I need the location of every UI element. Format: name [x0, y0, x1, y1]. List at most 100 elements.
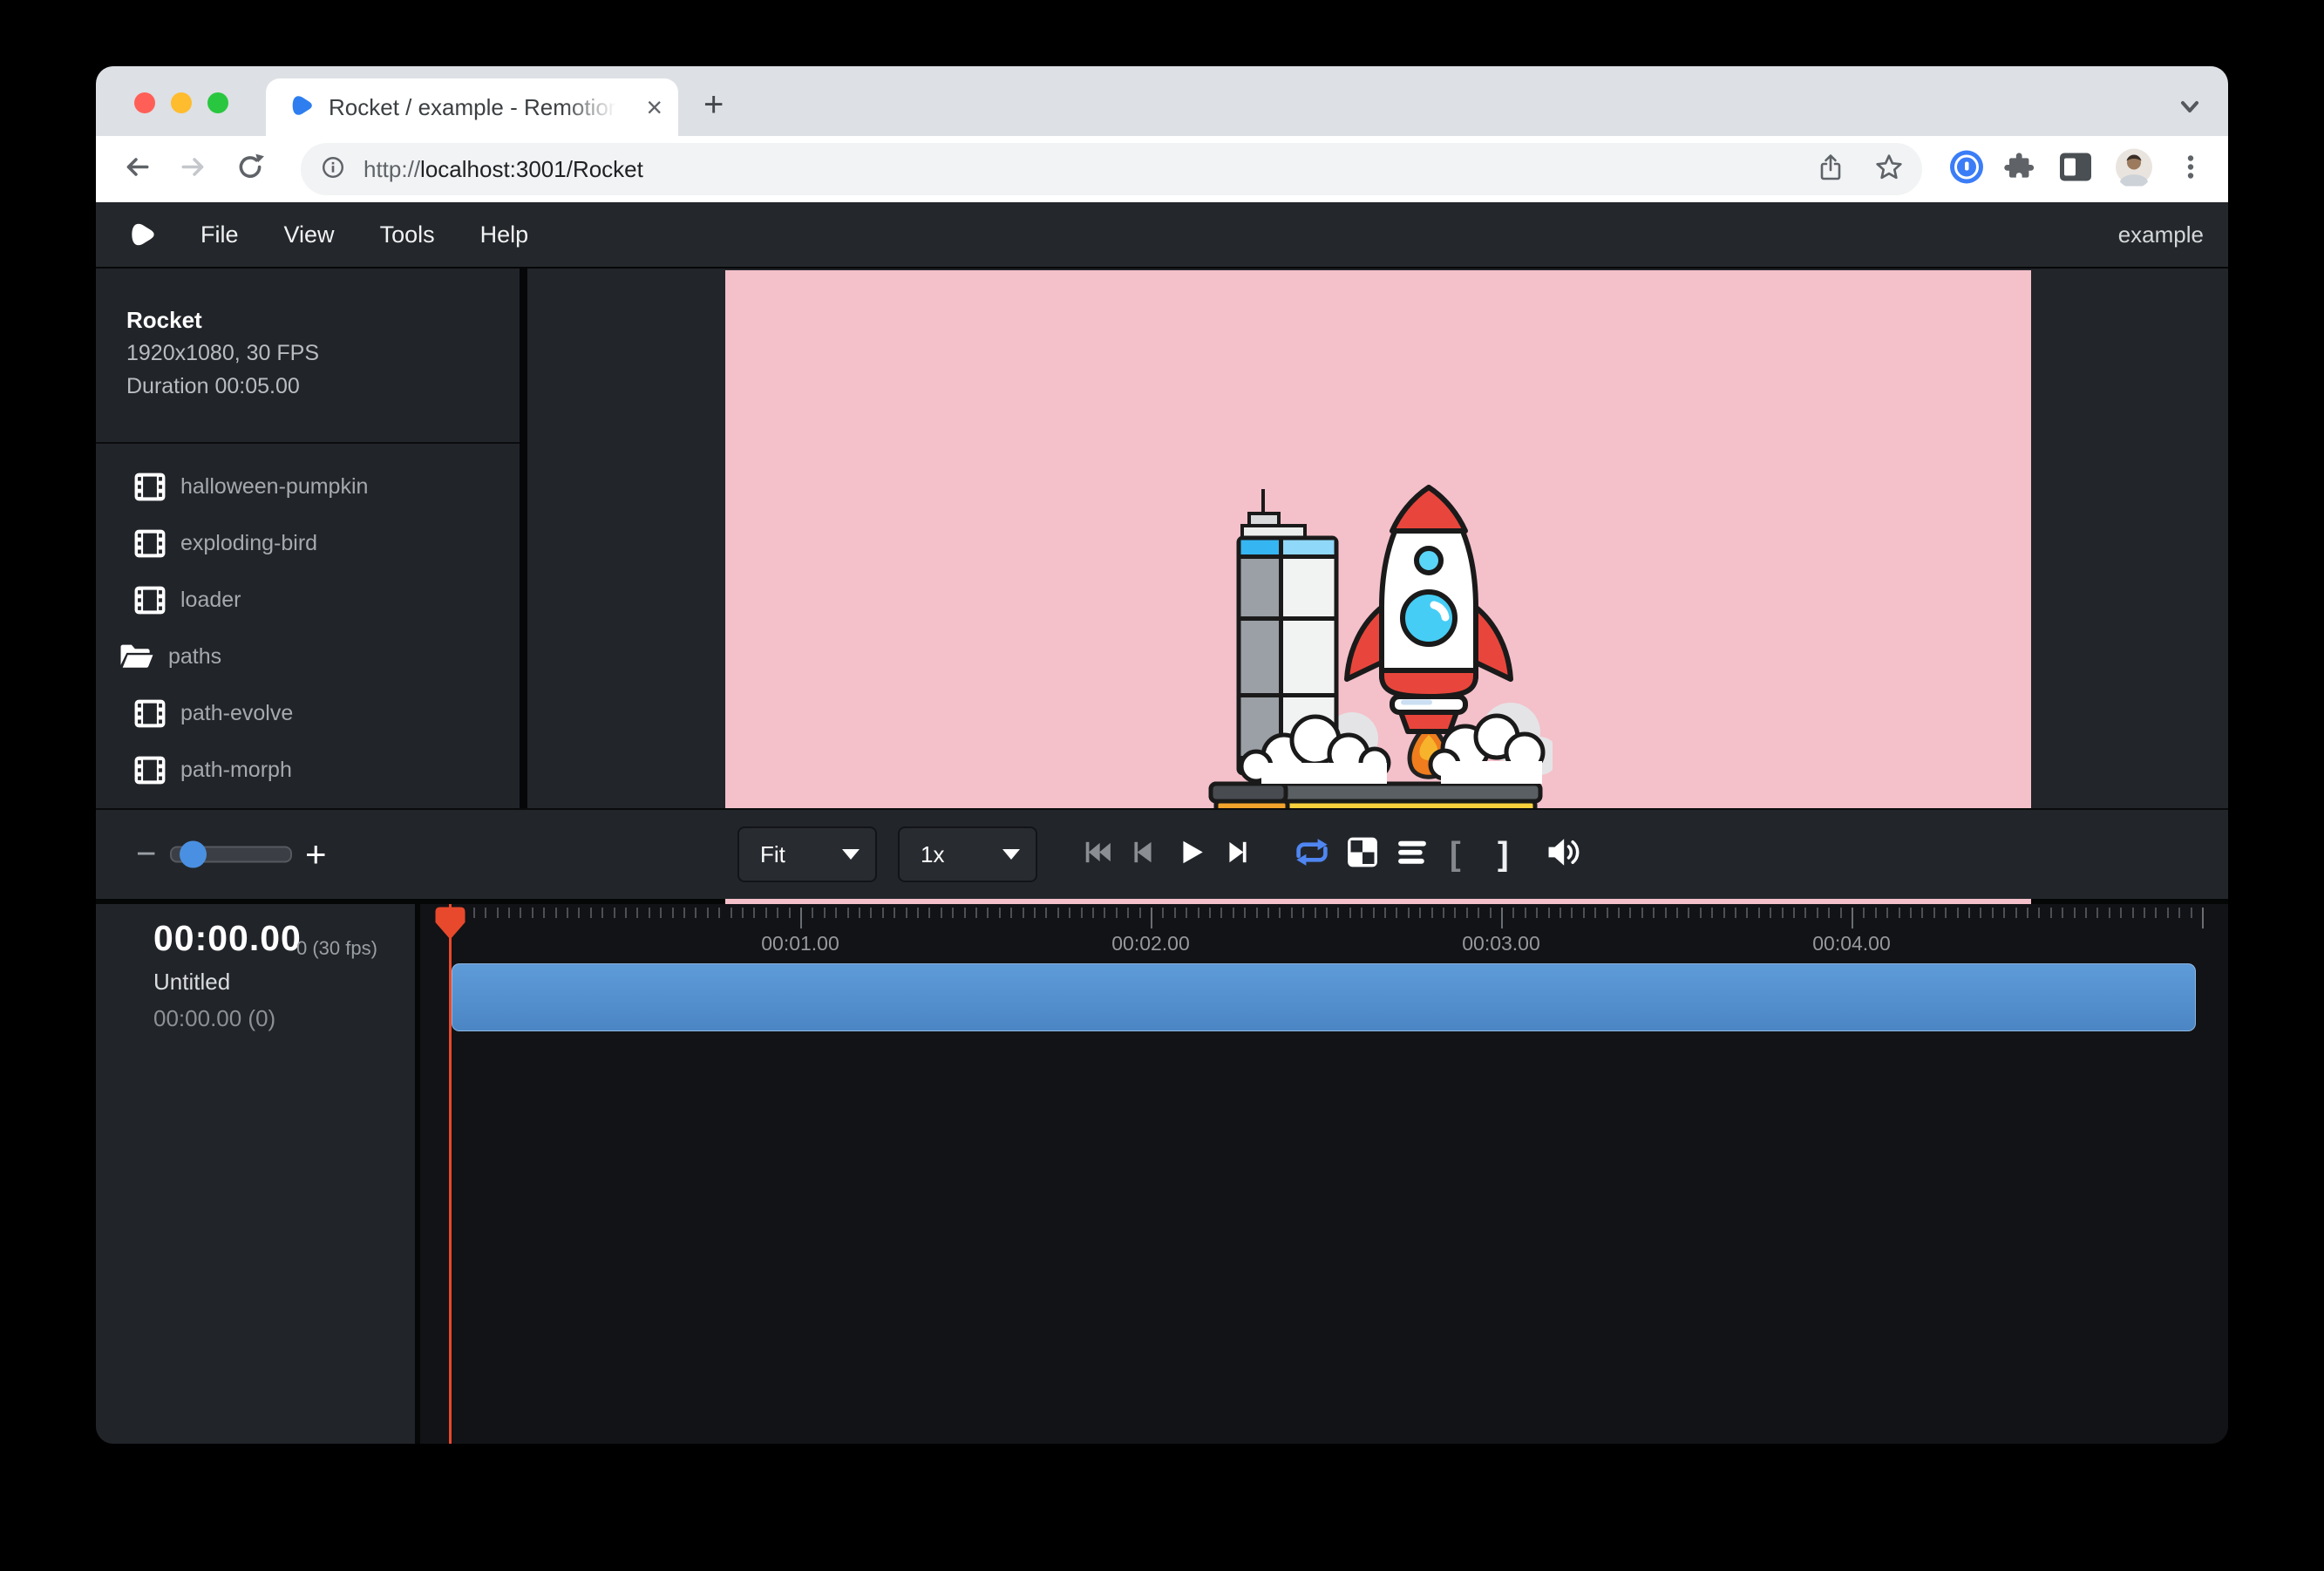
remotion-logo-icon[interactable] [127, 221, 155, 248]
film-icon [133, 698, 166, 729]
ruler-tick [1092, 908, 1094, 918]
ruler-tick [1396, 908, 1397, 918]
size-select[interactable]: Fit [737, 826, 877, 882]
url-bar[interactable]: http://localhost:3001/Rocket [301, 143, 1922, 195]
tab-search-chevron-icon[interactable] [2174, 98, 2205, 123]
extensions-puzzle-icon[interactable] [2003, 152, 2035, 187]
timeline-rows-toggle[interactable] [1396, 838, 1428, 872]
ruler-tick [683, 908, 685, 918]
skip-to-start-button[interactable] [1083, 838, 1112, 872]
ruler-tick [2038, 908, 2040, 918]
ruler-tick [1910, 908, 1912, 918]
timeline-sequence-bar[interactable] [452, 963, 2196, 1031]
tab-close-icon[interactable]: × [646, 93, 663, 121]
ruler-tick [1945, 908, 1947, 918]
back-button[interactable] [122, 153, 152, 187]
transparency-checkerboard-toggle[interactable] [1347, 837, 1378, 873]
sidebar-item-path-evolve[interactable]: path-evolve [96, 685, 520, 742]
ruler-tick [870, 908, 872, 918]
ruler-tick [1116, 908, 1118, 918]
play-button[interactable] [1177, 838, 1206, 872]
tab-strip: Rocket / example - Remotion Pl × + [96, 66, 2228, 136]
in-point-button[interactable]: [ [1450, 838, 1461, 871]
film-icon [133, 472, 166, 502]
menu-view[interactable]: View [284, 221, 335, 248]
ruler-tick [590, 908, 592, 918]
player-toolbar: − + Fit 1x [ [96, 808, 2228, 899]
zoom-out-button[interactable]: − [136, 835, 156, 874]
out-point-button[interactable]: ] [1498, 838, 1509, 871]
reload-button[interactable] [235, 153, 265, 187]
url-host-path: localhost:3001/Rocket [420, 156, 643, 182]
sidebar-preview-divider [520, 269, 527, 808]
ruler-tick [1478, 908, 1479, 918]
share-icon[interactable] [1818, 153, 1844, 186]
ruler-tick [952, 908, 954, 918]
ruler-tick [1315, 908, 1316, 918]
ruler-tick [1700, 908, 1702, 918]
bookmark-star-icon[interactable] [1875, 153, 1903, 186]
sidebar-item-label: halloween-pumpkin [180, 474, 368, 500]
ruler-tick [1466, 908, 1468, 918]
profile-avatar[interactable] [2115, 148, 2153, 191]
zoom-in-button[interactable]: + [305, 833, 327, 875]
fullscreen-window-button[interactable] [207, 92, 228, 113]
sidebar-item-exploding-bird[interactable]: exploding-bird [96, 515, 520, 572]
ruler-tick [800, 908, 802, 928]
ruler-tick [1244, 908, 1246, 918]
ruler-tick [1899, 908, 1900, 918]
ruler-tick [1618, 908, 1620, 918]
sidebar-item-halloween-pumpkin[interactable]: halloween-pumpkin [96, 459, 520, 515]
ruler-tick [1174, 908, 1176, 918]
menu-help[interactable]: Help [480, 221, 529, 248]
project-name-label: example [2118, 221, 2204, 248]
ruler-tick [2109, 908, 2110, 918]
onepassword-extension-icon[interactable] [1949, 150, 1984, 189]
site-info-icon[interactable] [320, 154, 346, 185]
ruler-tick [1688, 908, 1689, 918]
ruler-tick [777, 908, 778, 918]
speed-select[interactable]: 1x [898, 826, 1037, 882]
playhead-handle[interactable] [433, 906, 467, 945]
sidebar-item-loader[interactable]: loader [96, 572, 520, 629]
ruler-tick [2167, 908, 2169, 918]
close-window-button[interactable] [134, 92, 155, 113]
zoom-slider-knob[interactable] [180, 841, 207, 868]
ruler-tick [1186, 908, 1187, 918]
loop-toggle[interactable] [1293, 838, 1331, 872]
ruler-tick [2144, 908, 2145, 918]
sidebar-item-paths[interactable]: paths [96, 629, 520, 685]
ruler-tick [625, 908, 627, 918]
volume-button[interactable] [1546, 837, 1580, 873]
ruler-tick [2096, 908, 2098, 918]
ruler-tick [1571, 908, 1573, 918]
film-icon [133, 585, 166, 615]
composition-info: Rocket 1920x1080, 30 FPS Duration 00:05.… [126, 303, 319, 403]
ruler-tick [1302, 908, 1304, 918]
next-frame-button[interactable] [1223, 838, 1253, 872]
ruler-tick [1267, 908, 1269, 918]
ruler-tick [1711, 908, 1713, 918]
menu-file[interactable]: File [200, 221, 239, 248]
ruler-tick [2015, 908, 2017, 918]
sidebar-item-gif[interactable]: gif [96, 799, 520, 808]
ruler-tick [1735, 908, 1736, 918]
menu-tools[interactable]: Tools [380, 221, 435, 248]
minimize-window-button[interactable] [171, 92, 192, 113]
forward-button[interactable] [179, 153, 208, 187]
ruler-tick [1233, 908, 1234, 918]
rocket-illustration [1204, 477, 1553, 826]
ruler-tick [1291, 908, 1293, 918]
ruler-tick [1279, 908, 1281, 918]
previous-frame-button[interactable] [1128, 838, 1158, 872]
ruler-tick [1431, 908, 1433, 918]
ruler-tick [1198, 908, 1199, 918]
new-tab-button[interactable]: + [703, 85, 724, 125]
browser-tab[interactable]: Rocket / example - Remotion Pl × [266, 78, 678, 136]
sidebar-item-path-morph[interactable]: path-morph [96, 742, 520, 799]
side-panel-icon[interactable] [2059, 153, 2092, 187]
ruler-tick [1840, 908, 1842, 918]
url-text[interactable]: http://localhost:3001/Rocket [364, 156, 643, 183]
browser-menu-dots-icon[interactable] [2178, 153, 2204, 187]
timeline-track-area[interactable]: 00:01.0000:02.0000:03.0000:04.00 [420, 904, 2228, 1444]
